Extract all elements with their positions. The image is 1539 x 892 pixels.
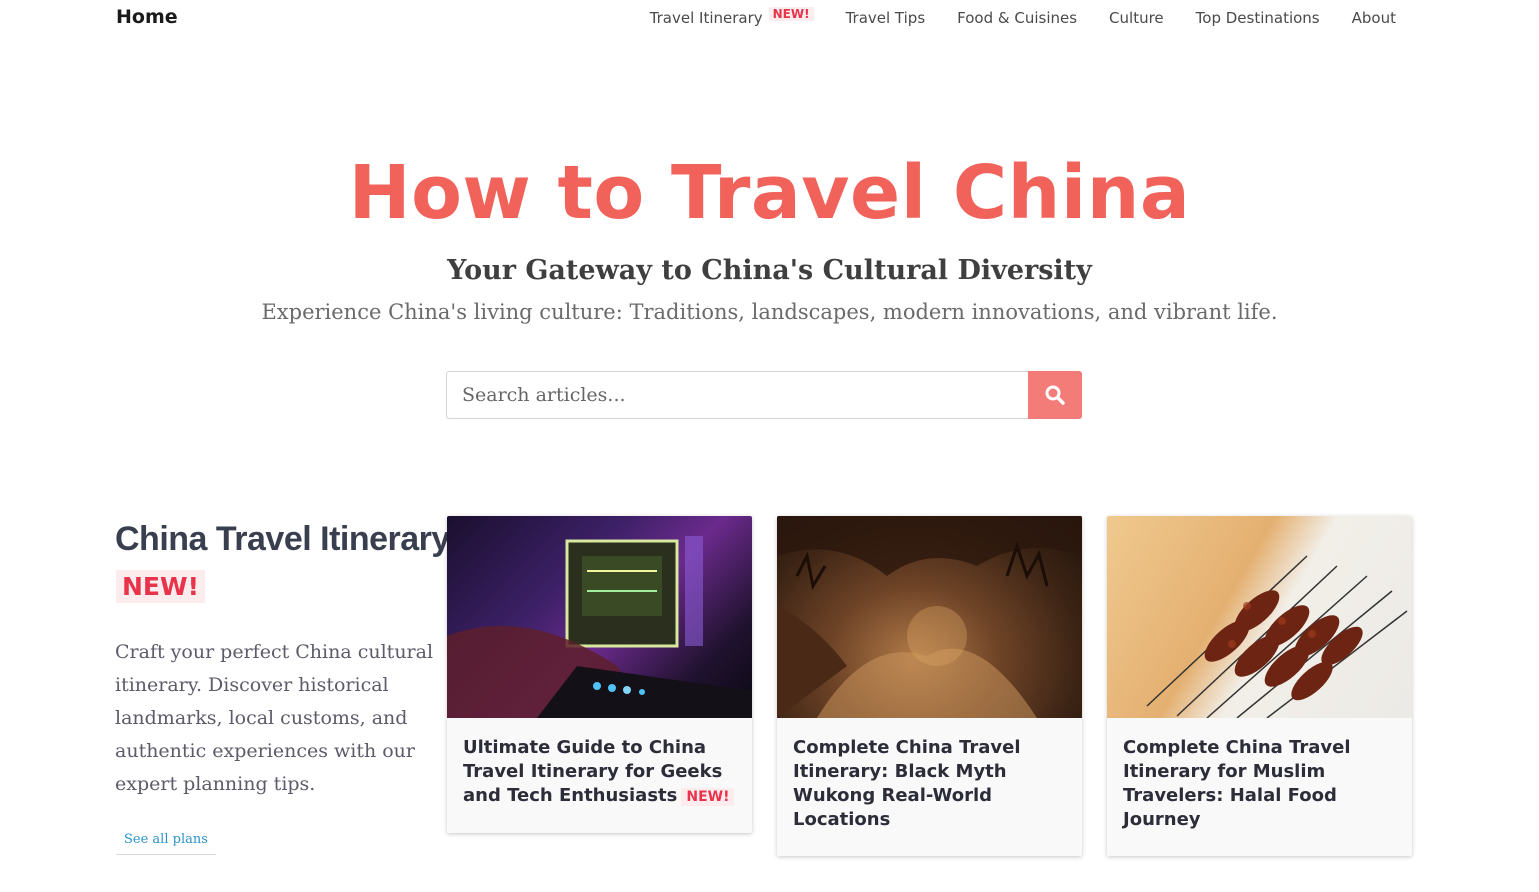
nav-item-travel-itinerary[interactable]: Travel Itinerary NEW! — [649, 7, 814, 27]
top-nav: Home Travel Itinerary NEW! Travel Tips F… — [0, 0, 1539, 40]
nav-links: Travel Itinerary NEW! Travel Tips Food &… — [649, 7, 1396, 27]
article-card[interactable]: Complete China Travel Itinerary for Musl… — [1107, 516, 1412, 856]
new-badge: NEW! — [116, 570, 205, 603]
hero-title: How to Travel China — [348, 150, 1191, 236]
nav-item-about[interactable]: About — [1352, 9, 1396, 27]
article-card[interactable]: Ultimate Guide to China Travel Itinerary… — [447, 516, 752, 833]
nav-home-link[interactable]: Home — [116, 6, 178, 28]
search-button[interactable] — [1028, 371, 1082, 419]
search-bar — [446, 371, 1082, 419]
see-all-plans-link[interactable]: See all plans — [116, 830, 216, 855]
nav-item-label: About — [1351, 9, 1396, 27]
card-image-kebabs — [1107, 516, 1412, 718]
hero-subtitle: Your Gateway to China's Cultural Diversi… — [447, 255, 1092, 286]
card-image-wukong-landscape — [777, 516, 1082, 718]
nav-item-label: Top Destinations — [1195, 9, 1320, 27]
nav-item-label: Travel Tips — [845, 9, 926, 27]
search-input[interactable] — [446, 371, 1028, 419]
article-card[interactable]: Complete China Travel Itinerary: Black M… — [777, 516, 1082, 856]
card-title: Ultimate Guide to China Travel Itinerary… — [447, 718, 752, 833]
section-description: Craft your perfect China cultural itiner… — [115, 641, 434, 795]
nav-item-label: Travel Itinerary — [649, 9, 763, 27]
search-icon — [1045, 385, 1065, 405]
nav-item-travel-tips[interactable]: Travel Tips — [846, 9, 926, 27]
nav-item-culture[interactable]: Culture — [1109, 9, 1164, 27]
nav-item-label: Food & Cuisines — [957, 9, 1078, 27]
card-title: Complete China Travel Itinerary for Musl… — [1123, 737, 1351, 830]
card-image-gaming-pc — [447, 516, 752, 718]
section-title: China Travel Itinerary — [115, 520, 450, 558]
nav-item-top-destinations[interactable]: Top Destinations — [1196, 9, 1320, 27]
new-badge: NEW! — [768, 7, 814, 21]
hero-description: Experience China's living culture: Tradi… — [261, 300, 1278, 324]
nav-item-label: Culture — [1109, 9, 1164, 27]
new-badge: NEW! — [681, 788, 735, 806]
nav-item-food-cuisines[interactable]: Food & Cuisines — [957, 9, 1077, 27]
card-title: Complete China Travel Itinerary: Black M… — [793, 737, 1021, 830]
